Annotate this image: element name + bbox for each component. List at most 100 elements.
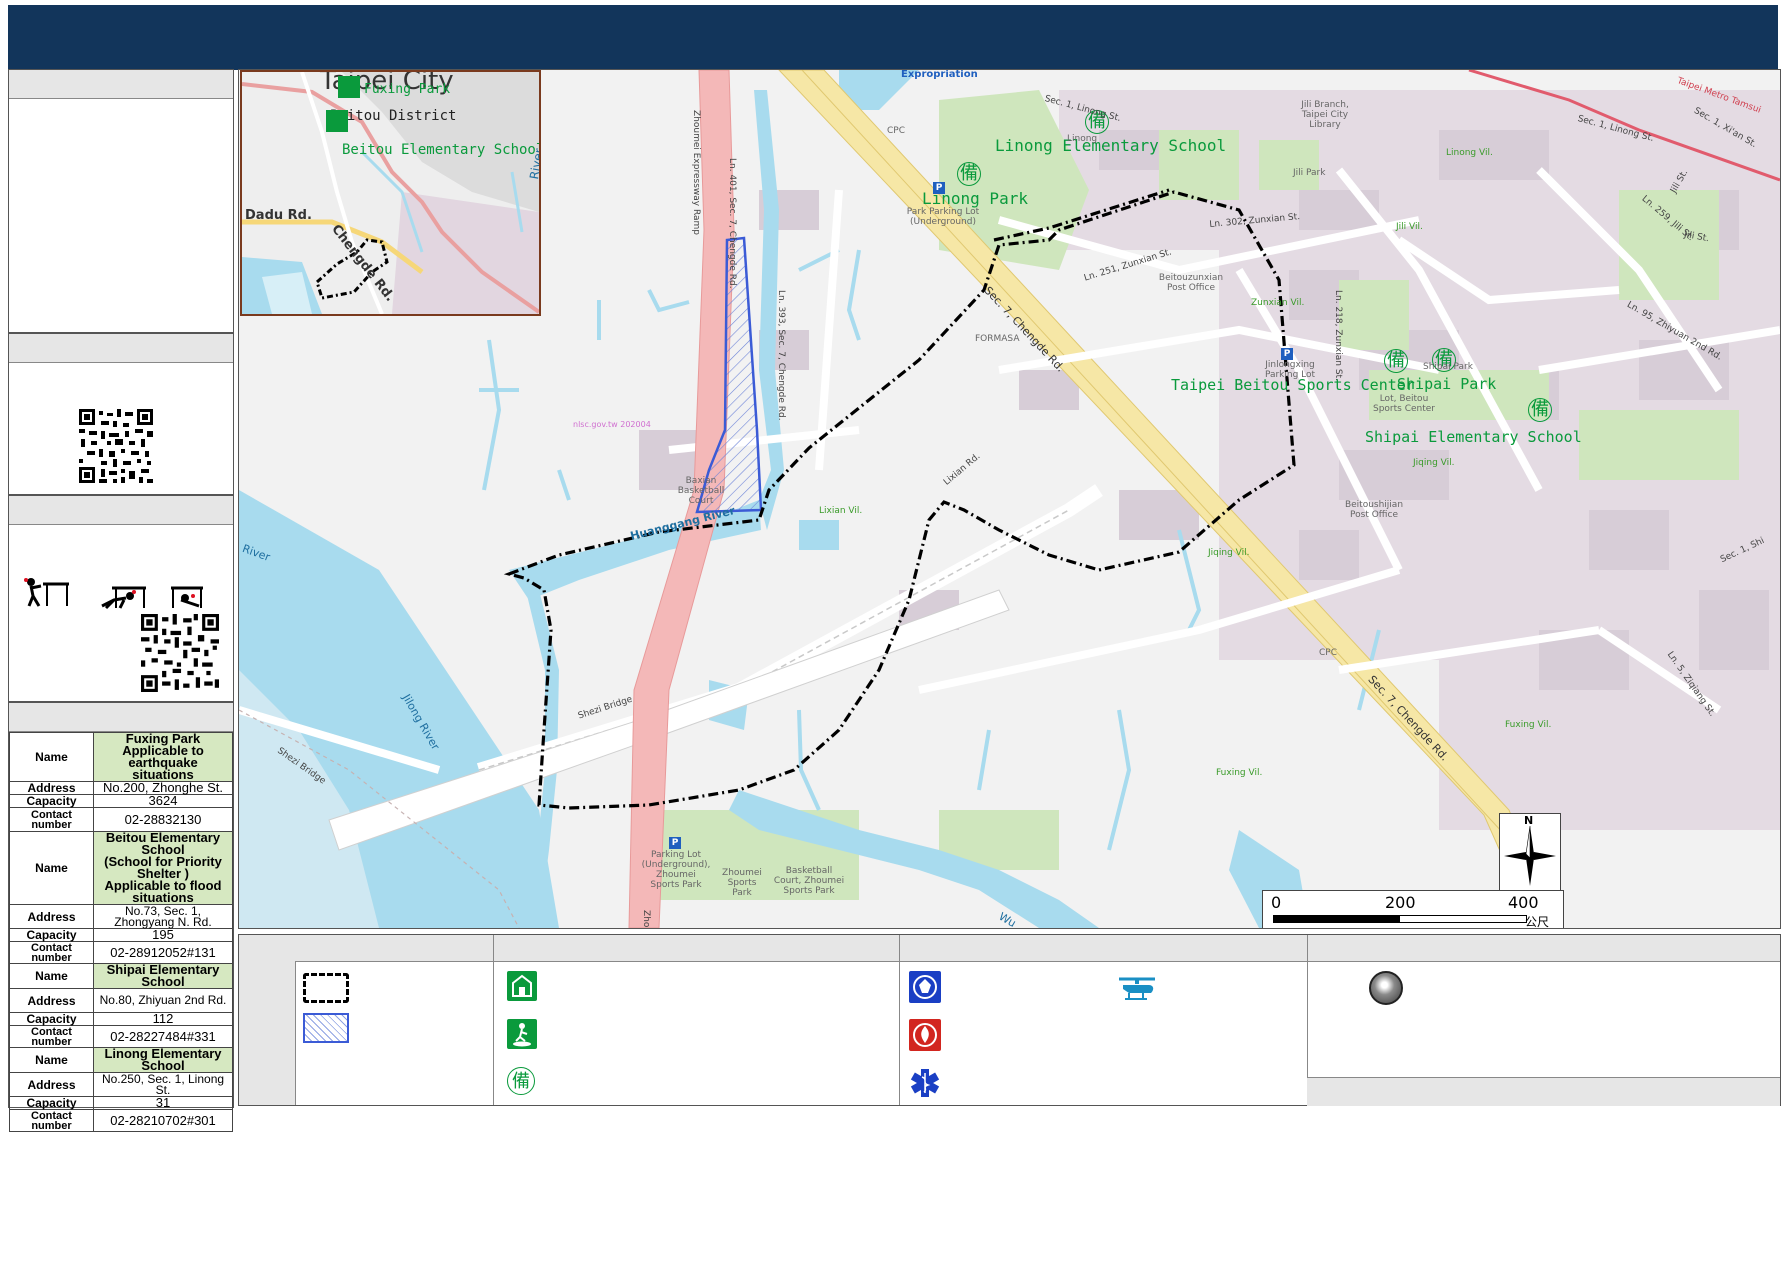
village-label: Zunxian Vil.: [1251, 298, 1305, 308]
capacity-key: Capacity: [9, 1096, 94, 1110]
shelter-capacity: 112: [93, 1012, 233, 1026]
header-bar: [8, 5, 1778, 70]
shelter-name: Beitou Elementary School (School for Pri…: [93, 831, 233, 905]
shelter-address: No.80, Zhiyuan 2nd Rd.: [93, 988, 233, 1013]
road-label: Ln. 401, Sec. 7, Chengde Rd.: [727, 158, 737, 289]
scale-bar: 0 200 400 公尺: [1262, 890, 1564, 929]
qr-code-icon[interactable]: [79, 409, 153, 483]
watermark-label: nlsc.gov.tw 202004: [573, 420, 651, 429]
poi-label: Beitouzunxian Post Office: [1158, 273, 1224, 293]
scale-tick-label: 400: [1508, 893, 1539, 912]
inset-map[interactable]: Taipei City Beitou District Dadu Rd. Che…: [240, 70, 541, 316]
road-label: Ln. 393, Sec. 7, Chengde Rd.: [776, 290, 786, 421]
hold-on-figure-icon: [171, 586, 203, 608]
legend-top-header: [295, 935, 1780, 962]
drop-figure-icon: [24, 578, 69, 607]
school-shelter-icon: [507, 971, 537, 1001]
road-label: Zhoumei Expressway Ramp: [691, 110, 701, 236]
shelter-capacity: 3624: [93, 794, 233, 808]
village-label: Lixian Vil.: [819, 506, 863, 516]
shelter-table: Name Fuxing Park Applicable to earthquake…: [9, 732, 233, 1132]
qr-panel: [8, 333, 234, 495]
police-station-icon: [909, 971, 941, 1003]
shelter-marker-icon[interactable]: 備: [1384, 349, 1408, 373]
shelter-contact: 02-28832130: [93, 807, 233, 832]
medical-star-icon: [910, 1069, 940, 1097]
name-key: Name: [9, 732, 94, 782]
inset-poi-label: Fuxing Park: [364, 82, 451, 97]
shelter-name: Linong Elementary School: [93, 1047, 233, 1073]
qr-code-icon[interactable]: [141, 614, 219, 692]
shelter-marker-icon[interactable]: 備: [957, 162, 981, 186]
road-label: Ln. 218, Zunxian St.: [1333, 290, 1343, 381]
legend-divider: [899, 935, 900, 1105]
compass-rose-icon: [1504, 825, 1556, 886]
address-key: Address: [9, 1072, 94, 1097]
name-key: Name: [9, 831, 94, 905]
legend-divider: [493, 935, 494, 1105]
shelter-label: Shipai Elementary School: [1365, 428, 1582, 446]
poi-label: Park Parking Lot (Underground): [906, 207, 980, 227]
poi-label: CPC: [1319, 648, 1337, 658]
legend-footer: [1307, 1077, 1780, 1106]
address-key: Address: [9, 904, 94, 929]
park-shelter-icon[interactable]: [338, 76, 360, 98]
north-arrow: N: [1499, 813, 1561, 891]
scale-segment-black: [1273, 915, 1399, 923]
cover-figure-icon: [101, 586, 146, 610]
scale-tick-label: 200: [1385, 893, 1416, 912]
shelter-name: Fuxing Park Applicable to earthquake sit…: [93, 732, 233, 782]
contact-key: Contact number: [9, 807, 94, 832]
school-shelter-icon[interactable]: [326, 110, 348, 132]
parking-icon: P: [933, 182, 945, 194]
legend-panel: 備: [238, 934, 1781, 1106]
scale-unit: 公尺: [1525, 915, 1550, 929]
panel-header: [9, 703, 233, 732]
shelter-contact: 02-28210702#301: [93, 1109, 233, 1132]
poi-label: FORMASA: [975, 334, 1020, 344]
legend-side-header: [239, 935, 296, 1105]
info-panel-top: [8, 69, 234, 333]
hatch-legend-icon: [303, 1013, 349, 1043]
name-key: Name: [9, 963, 94, 989]
address-key: Address: [9, 781, 94, 795]
village-label: Fuxing Vil.: [1216, 768, 1263, 778]
village-label: Jiqing Vil.: [1208, 548, 1250, 558]
contact-key: Contact number: [9, 1025, 94, 1048]
inset-poi-label: Beitou Elementary School: [342, 142, 541, 158]
address-key: Address: [9, 988, 94, 1013]
boundary-legend-icon: [303, 973, 349, 1003]
parking-icon: P: [1281, 348, 1293, 360]
shelter-capacity: 195: [93, 928, 233, 942]
fire-station-icon: [909, 1019, 941, 1051]
scale-segment-white: [1399, 915, 1527, 923]
panel-header: [9, 70, 233, 99]
inset-road-label: Dadu Rd.: [245, 208, 312, 223]
poi-label: Lot, Beitou Sports Center: [1372, 394, 1435, 414]
shelter-name: Shipai Elementary School: [93, 963, 233, 989]
poi-label: Jinlongxing Parking Lot: [1264, 360, 1316, 380]
inset-district-label: Beitou District: [330, 108, 457, 124]
helicopter-icon: [1119, 977, 1155, 1000]
shelter-address: No.73, Sec. 1, Zhongyang N. Rd.: [93, 904, 233, 929]
capacity-key: Capacity: [9, 928, 94, 942]
road-label: Zho: [641, 910, 651, 928]
poi-label: Shipai Park: [1423, 362, 1473, 372]
poi-label: Jili Branch, Taipei City Library: [1301, 100, 1349, 130]
siren-point-icon: [1369, 971, 1403, 1005]
poi-label: Beitoushijian Post Office: [1344, 500, 1404, 520]
scale-tick-label: 0: [1271, 893, 1282, 912]
capacity-key: Capacity: [9, 794, 94, 808]
shelter-capacity: 31: [93, 1096, 233, 1110]
earthquake-panel: [8, 495, 234, 702]
shelter-symbol-icon: 備: [507, 1067, 535, 1095]
poi-label: Basketball Court, Zhoumei Sports Park: [773, 866, 845, 896]
contact-key: Contact number: [9, 941, 94, 964]
shelter-marker-icon[interactable]: 備: [1528, 398, 1552, 422]
poi-label: Linong: [1067, 134, 1098, 144]
shelter-address: No.250, Sec. 1, Linong St.: [93, 1072, 233, 1097]
contact-key: Contact number: [9, 1109, 94, 1132]
village-label: Fuxing Vil.: [1505, 720, 1552, 730]
shelter-contact: 02-28227484#331: [93, 1025, 233, 1048]
panel-header: [9, 496, 233, 525]
